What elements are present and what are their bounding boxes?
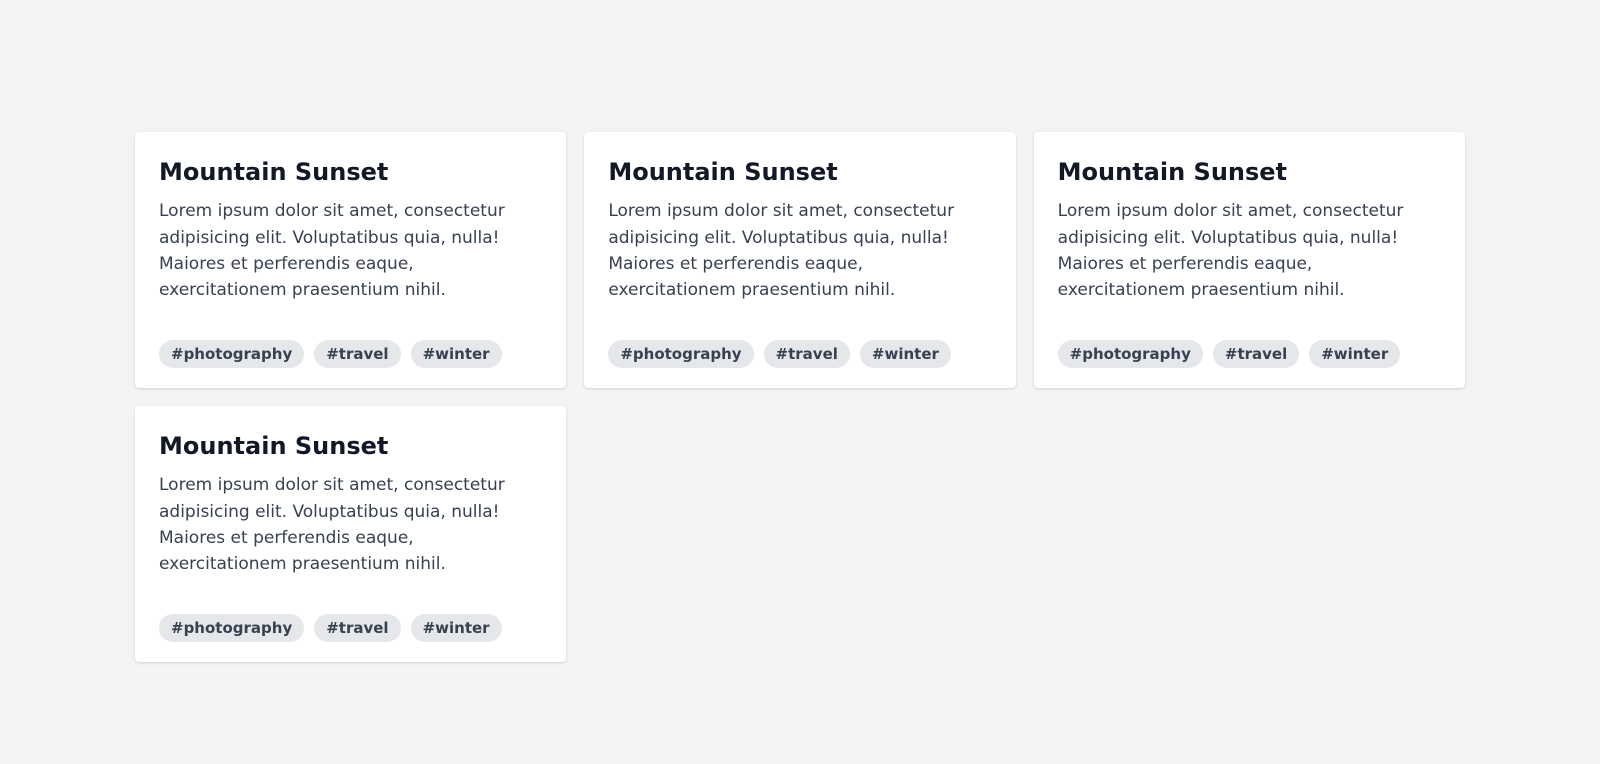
card: Mountain Sunset Lorem ipsum dolor sit am… [135,406,566,662]
tag-winter[interactable]: #winter [411,614,502,642]
card-title: Mountain Sunset [159,156,542,188]
tag-travel[interactable]: #travel [1213,340,1299,368]
tag-winter[interactable]: #winter [411,340,502,368]
tag-winter[interactable]: #winter [1309,340,1400,368]
card-description: Lorem ipsum dolor sit amet, consectetur … [159,472,542,577]
tags-container: #photography #travel #winter [608,340,991,368]
cards-grid: Mountain Sunset Lorem ipsum dolor sit am… [0,0,1600,662]
card: Mountain Sunset Lorem ipsum dolor sit am… [135,132,566,388]
tags-container: #photography #travel #winter [159,614,542,642]
card-description: Lorem ipsum dolor sit amet, consectetur … [1058,198,1441,303]
card-description: Lorem ipsum dolor sit amet, consectetur … [608,198,991,303]
tag-photography[interactable]: #photography [608,340,753,368]
card-title: Mountain Sunset [608,156,991,188]
tag-winter[interactable]: #winter [860,340,951,368]
tag-photography[interactable]: #photography [159,340,304,368]
tag-photography[interactable]: #photography [159,614,304,642]
tag-photography[interactable]: #photography [1058,340,1203,368]
card-title: Mountain Sunset [159,430,542,462]
tag-travel[interactable]: #travel [314,614,400,642]
card: Mountain Sunset Lorem ipsum dolor sit am… [1034,132,1465,388]
tags-container: #photography #travel #winter [1058,340,1441,368]
card: Mountain Sunset Lorem ipsum dolor sit am… [584,132,1015,388]
tag-travel[interactable]: #travel [314,340,400,368]
card-title: Mountain Sunset [1058,156,1441,188]
tag-travel[interactable]: #travel [764,340,850,368]
card-description: Lorem ipsum dolor sit amet, consectetur … [159,198,542,303]
tags-container: #photography #travel #winter [159,340,542,368]
